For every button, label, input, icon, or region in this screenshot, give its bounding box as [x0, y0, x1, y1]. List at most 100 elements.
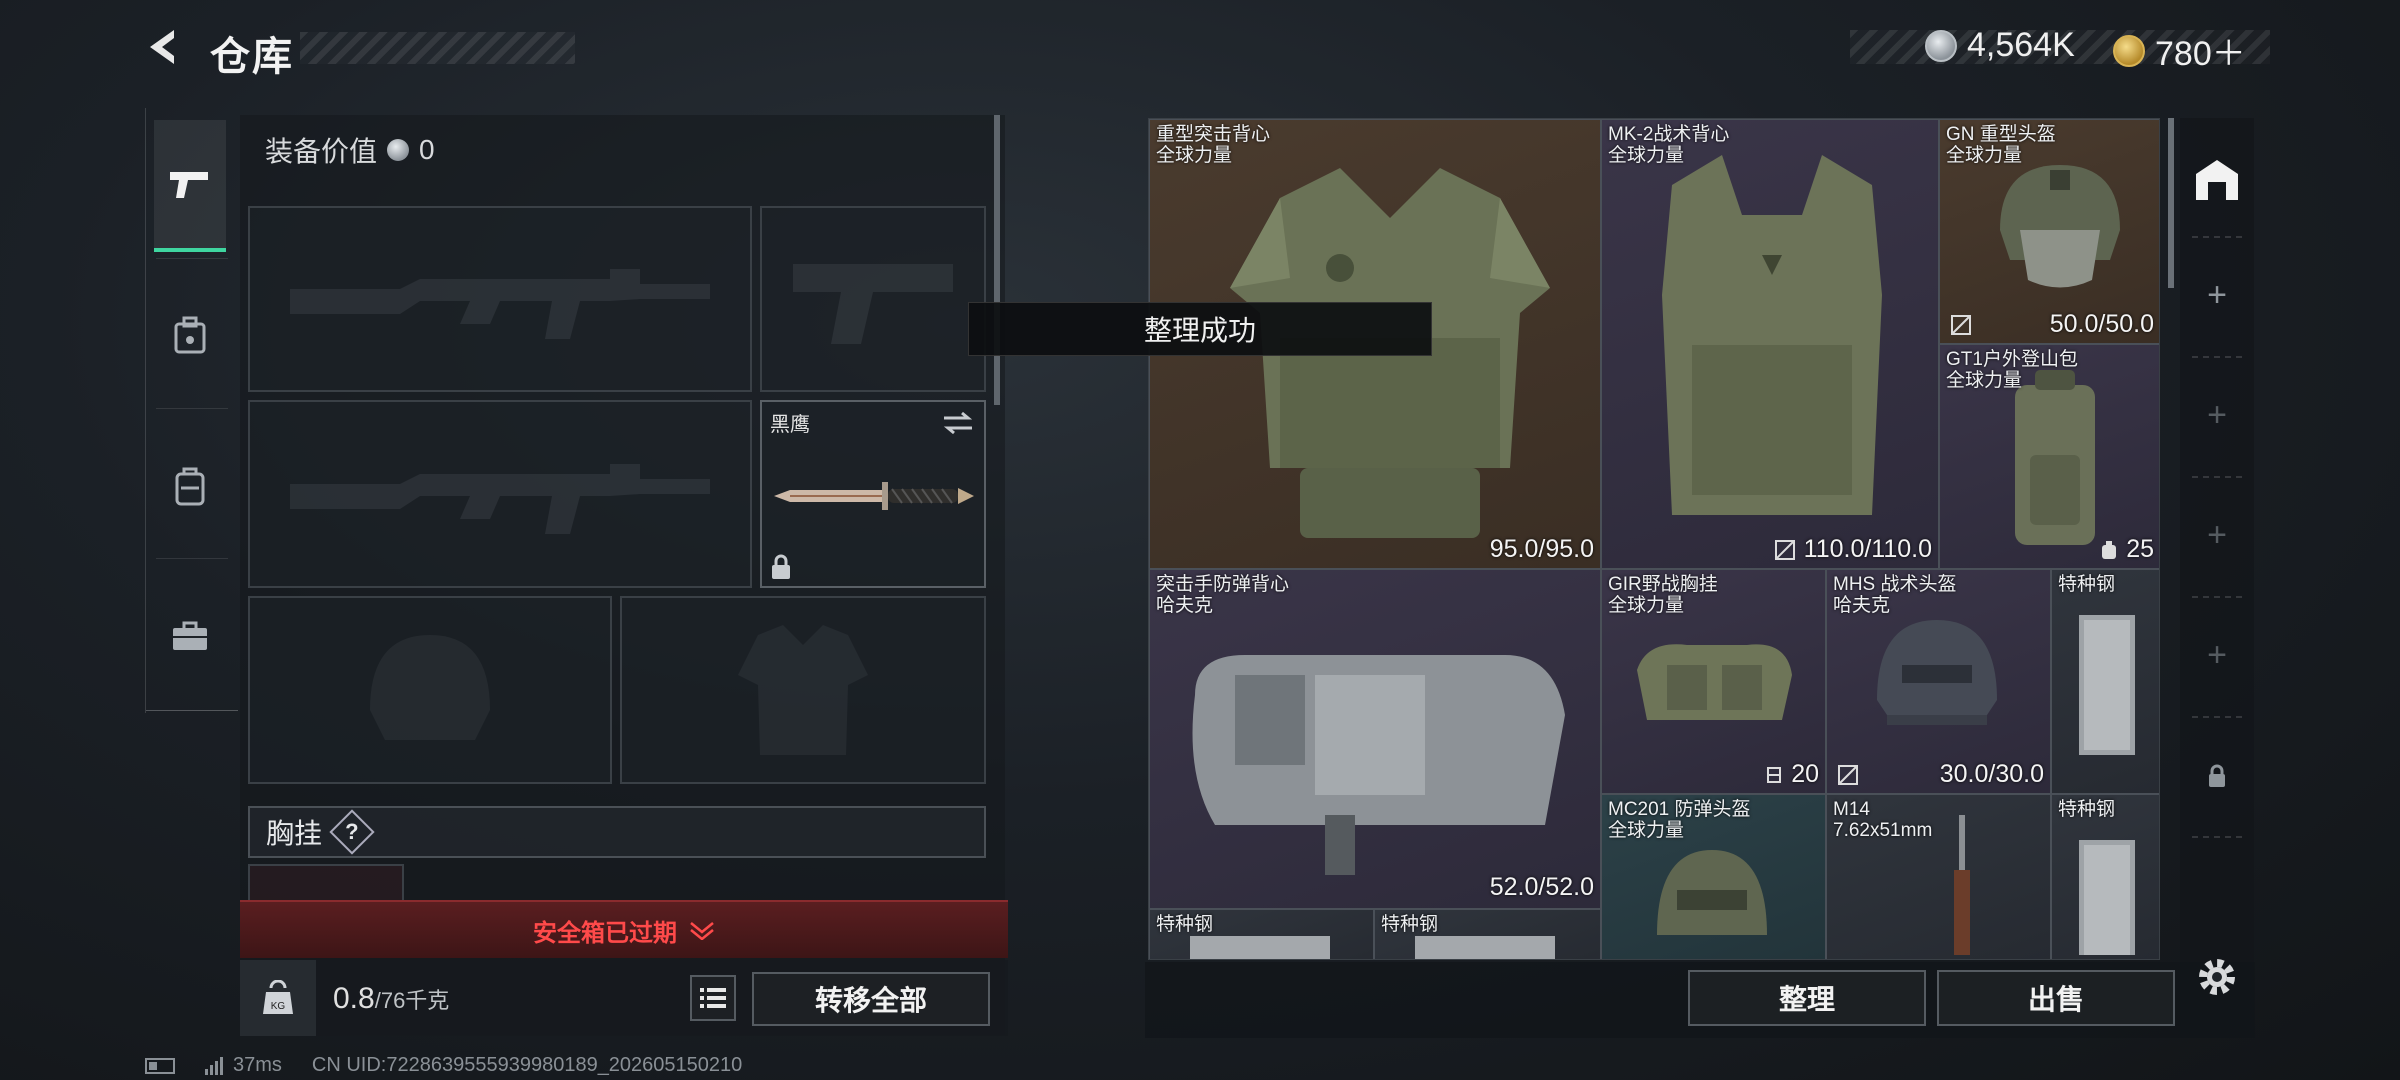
- item-name: 特种钢: [1156, 914, 1214, 935]
- item-durability: 95.0/95.0: [1489, 535, 1594, 563]
- back-button[interactable]: [140, 22, 190, 72]
- helmet-silhouette-icon: [370, 635, 490, 740]
- equipment-value: 装备价值 0: [265, 130, 435, 170]
- item-name: GN 重型头盔 全球力量: [1946, 124, 2056, 166]
- settings-button[interactable]: [2192, 952, 2242, 1002]
- helmet-icon: [1877, 620, 1997, 725]
- toast-message: 整理成功: [968, 302, 1432, 356]
- silver-coin-icon: [387, 139, 410, 161]
- stash-item-gir-chest-rig[interactable]: GIR野战胸挂 全球力量 20: [1601, 569, 1826, 794]
- item-capacity: 25: [2100, 535, 2154, 564]
- list-icon: [700, 988, 726, 1008]
- item-name: MK-2战术背心 全球力量: [1608, 124, 1730, 166]
- chest-rig-header[interactable]: 胸挂 ?: [248, 806, 986, 858]
- swap-icon[interactable]: [942, 410, 974, 436]
- stash-item-mc201-helmet[interactable]: MC201 防弹头盔 全球力量: [1601, 794, 1826, 959]
- nav-tab-toolbox[interactable]: [154, 570, 226, 702]
- sell-button[interactable]: 出售: [1937, 970, 2175, 1026]
- melee-name: 黑鹰: [770, 414, 810, 436]
- safe-box-icon: [174, 316, 206, 354]
- stash-item-special-steel[interactable]: 特种钢: [2051, 794, 2159, 959]
- vest-icon: [1662, 155, 1882, 515]
- equip-value-amount: 0: [419, 134, 435, 165]
- gold-currency-value: 780＋: [2155, 35, 2246, 73]
- page-title: 仓库: [210, 35, 294, 79]
- gold-currency[interactable]: 780＋: [2113, 26, 2246, 75]
- weight-icon: KG: [263, 980, 293, 1014]
- silver-currency-value: 4,564K: [1967, 26, 2075, 64]
- no-repair-icon: [1951, 314, 1971, 335]
- back-arrow-icon: [150, 30, 174, 64]
- equip-value-label: 装备价值: [265, 136, 378, 167]
- rifle-silhouette-icon: [290, 269, 710, 339]
- stash-item-m14-ammo[interactable]: M14 7.62x51mm: [1826, 794, 2051, 959]
- plus-icon: +: [2207, 636, 2227, 674]
- battery-icon: [145, 1057, 175, 1074]
- add-stash-tab-button[interactable]: +: [2180, 478, 2254, 593]
- helmet-slot[interactable]: [248, 596, 612, 784]
- stash-item-gt1-backpack[interactable]: GT1户外登山包 全球力量 25: [1939, 344, 2159, 569]
- backpack-icon: [175, 467, 205, 506]
- item-durability: 110.0/110.0: [1774, 535, 1932, 564]
- loadout-scrollbar[interactable]: [994, 115, 1000, 405]
- stash-item-mk2-vest[interactable]: MK-2战术背心 全球力量 110.0/110.0: [1601, 119, 1939, 569]
- transfer-all-button[interactable]: 转移全部: [752, 972, 990, 1026]
- primary-weapon-slot-1[interactable]: [248, 206, 752, 392]
- lock-icon: [2209, 764, 2225, 787]
- add-stash-tab-button[interactable]: +: [2180, 598, 2254, 713]
- item-name: MC201 防弹头盔 全球力量: [1608, 799, 1751, 841]
- weight-current: 0.8: [333, 982, 375, 1015]
- chest-rig-slot[interactable]: [248, 864, 404, 904]
- body-armor-slot[interactable]: [620, 596, 986, 784]
- melee-slot[interactable]: 黑鹰: [760, 400, 986, 588]
- carry-weight: 0.8/76千克: [333, 982, 449, 1016]
- lock-icon: [772, 554, 790, 579]
- stash-item-special-steel[interactable]: 特种钢: [2051, 569, 2159, 794]
- item-name: 突击手防弹背心 哈夫克: [1156, 574, 1290, 616]
- uid-text: CN UID:7228639555939980189_202605150210: [311, 1054, 743, 1076]
- list-view-button[interactable]: [690, 975, 736, 1021]
- backpack-icon: [2015, 370, 2095, 545]
- item-name: 特种钢: [2058, 574, 2116, 595]
- safe-box-expired-banner[interactable]: 安全箱已过期: [240, 900, 1008, 958]
- stash-tabs: + + + +: [2180, 118, 2254, 1038]
- stash-item-special-steel[interactable]: 特种钢: [1149, 909, 1374, 959]
- stash-scrollbar[interactable]: [2168, 118, 2174, 288]
- nav-tab-backpack[interactable]: [154, 420, 226, 552]
- rifle-icon: [1954, 815, 1970, 955]
- steel-bar-icon: [2079, 615, 2135, 755]
- silver-currency[interactable]: 4,564K: [1925, 26, 2075, 65]
- steel-bar-icon: [2079, 840, 2135, 955]
- primary-weapon-slot-2[interactable]: [248, 400, 752, 588]
- stash-item-assault-armor-vest[interactable]: 突击手防弹背心 哈夫克 52.0/52.0: [1149, 569, 1601, 909]
- nav-tab-weapons[interactable]: [154, 120, 226, 252]
- category-nav: [145, 108, 238, 713]
- vest-icon: [1192, 655, 1565, 875]
- helmet-icon: [1657, 850, 1767, 935]
- svg-text:KG: KG: [271, 1001, 286, 1012]
- help-icon[interactable]: ?: [329, 809, 375, 855]
- stash-tab-main[interactable]: [2180, 121, 2254, 236]
- no-repair-icon: [1838, 764, 1858, 785]
- add-stash-tab-button[interactable]: +: [2180, 358, 2254, 473]
- stash-item-special-steel[interactable]: 特种钢: [1374, 909, 1601, 959]
- weight-icon-box: KG: [240, 960, 316, 1036]
- locked-stash-tab[interactable]: [2180, 718, 2254, 833]
- toolbox-icon: [173, 621, 207, 650]
- nav-tab-safe-box[interactable]: [154, 270, 226, 402]
- steel-bar-icon: [1415, 936, 1555, 959]
- stash-item-gn-heavy-helmet[interactable]: GN 重型头盔 全球力量 50.0/50.0: [1939, 119, 2159, 344]
- stash-item-mhs-tactical-helmet[interactable]: MHS 战术头盔 哈夫克 30.0/30.0: [1826, 569, 2051, 794]
- safe-box-status: 安全箱已过期: [533, 919, 677, 947]
- add-stash-tab-button[interactable]: +: [2180, 238, 2254, 353]
- sidearm-slot[interactable]: [760, 206, 986, 392]
- chest-rig-icon: [1637, 644, 1792, 720]
- gear-icon: [2199, 959, 2235, 995]
- chest-rig-label: 胸挂: [266, 818, 323, 849]
- gold-coin-icon: [2113, 34, 2145, 67]
- item-name: 重型突击背心 全球力量: [1156, 124, 1271, 166]
- sort-button[interactable]: 整理: [1688, 970, 1926, 1026]
- item-name: 特种钢: [1381, 914, 1439, 935]
- no-repair-icon: [1774, 539, 1795, 560]
- ping-value: 37ms: [233, 1054, 282, 1076]
